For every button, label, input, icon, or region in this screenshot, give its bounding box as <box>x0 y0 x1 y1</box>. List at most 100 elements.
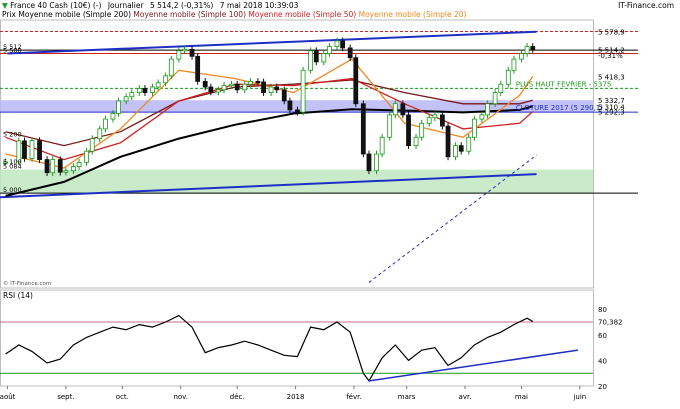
rsi-y-tick-3: 20 <box>598 383 607 391</box>
price-candle <box>340 40 346 49</box>
zone-0 <box>0 169 593 194</box>
price-candle <box>453 145 458 158</box>
price-candle <box>334 40 340 47</box>
price-candle <box>353 57 359 105</box>
x-tick-4: déc. <box>230 393 245 401</box>
y-tick-2: 5 200 <box>3 130 22 138</box>
x-tick-9: mai <box>515 393 528 401</box>
rsi-value-label: 70,382 <box>598 319 623 327</box>
price-candle <box>176 50 182 60</box>
price-candle <box>374 153 379 172</box>
x-tick-10: juin <box>572 393 586 401</box>
rsi-y-tick-1: 60 <box>598 332 607 340</box>
rsi-y-tick-0: 80 <box>598 306 607 314</box>
price-candle <box>366 153 372 172</box>
price-candle <box>208 86 214 93</box>
price-candle <box>29 140 35 159</box>
price-candle <box>400 103 406 116</box>
rsi-title: RSI (14) <box>3 291 33 300</box>
price-candle <box>163 75 169 84</box>
price-candle <box>195 55 201 82</box>
annotation-1: CLOTURE 2017 (5 290,1) <box>516 104 603 112</box>
price-candle <box>498 83 504 93</box>
price-candle <box>439 114 445 127</box>
price-candle <box>255 81 261 84</box>
price-candle <box>313 50 319 63</box>
price-candle <box>129 92 135 98</box>
price-candle <box>530 46 536 50</box>
price-candle <box>123 96 129 102</box>
price-marker-6: 5 292,3 <box>598 108 625 116</box>
price-marker-2: -0,31% <box>598 52 623 60</box>
price-candle <box>308 50 314 71</box>
y-tick-4: 5 084 <box>3 163 22 171</box>
price-candle <box>37 140 42 160</box>
price-candle <box>406 114 411 147</box>
price-candle <box>71 166 76 172</box>
price-candle <box>182 48 187 52</box>
price-candle <box>142 87 148 93</box>
price-candle <box>511 58 517 71</box>
price-candle <box>274 86 280 91</box>
x-tick-7: mars <box>398 393 416 401</box>
annotation-0: PLUS HAUT FEVRIER - 5375 <box>516 80 611 88</box>
price-candle <box>426 117 432 124</box>
price-candle <box>268 86 274 93</box>
price-candle <box>485 103 490 116</box>
x-tick-5: 2018 <box>287 393 305 401</box>
rsi-panel-frame <box>0 289 594 387</box>
price-candle <box>466 136 472 152</box>
price-candle <box>221 85 227 91</box>
price-candle <box>84 150 89 163</box>
price-candle <box>155 82 161 88</box>
price-candle <box>89 138 95 152</box>
price-candle <box>392 103 398 116</box>
price-candle <box>524 46 530 54</box>
price-candle <box>445 125 451 158</box>
x-tick-2: oct. <box>116 393 129 401</box>
price-candle <box>189 48 195 57</box>
price-candle <box>57 159 63 173</box>
x-tick-1: sept. <box>57 393 74 401</box>
x-tick-3: nov. <box>173 393 188 401</box>
price-candle <box>22 140 27 159</box>
watermark-label: © IT-Finance.com <box>3 280 51 287</box>
rsi-y-tick-2: 40 <box>598 357 607 365</box>
price-candle <box>50 159 56 174</box>
price-candle <box>360 103 366 155</box>
price-candle <box>295 109 300 113</box>
y-tick-1: 5 500 <box>3 47 22 55</box>
price-candle <box>168 58 174 77</box>
price-candle <box>419 122 425 138</box>
x-tick-8: avr. <box>459 393 472 401</box>
price-candle <box>479 114 485 120</box>
price-candle <box>103 118 108 130</box>
price-candle <box>387 114 393 138</box>
price-candle <box>229 83 234 87</box>
price-candle <box>234 83 240 91</box>
x-tick-6: févr. <box>346 393 361 401</box>
price-candle <box>242 83 248 91</box>
price-candle <box>261 81 266 93</box>
price-candle <box>413 136 419 147</box>
price-candle <box>116 100 121 114</box>
price-candle <box>505 69 511 85</box>
price-candle <box>432 114 438 119</box>
price-candle <box>281 89 287 102</box>
price-candle <box>150 86 155 93</box>
price-candle <box>76 161 82 167</box>
price-candle <box>287 100 293 111</box>
price-candle <box>247 81 253 85</box>
price-candle <box>327 46 332 54</box>
price-marker-0: 5 578,9 <box>598 28 625 36</box>
price-candle <box>97 128 103 140</box>
price-candle <box>63 170 69 173</box>
price-candle <box>347 47 353 59</box>
price-candle <box>471 118 477 138</box>
price-candle <box>492 92 498 105</box>
price-candle <box>300 69 306 113</box>
price-candle <box>110 113 116 120</box>
price-candle <box>379 136 385 155</box>
price-candle <box>136 87 142 93</box>
main-panel-frame <box>0 19 594 289</box>
